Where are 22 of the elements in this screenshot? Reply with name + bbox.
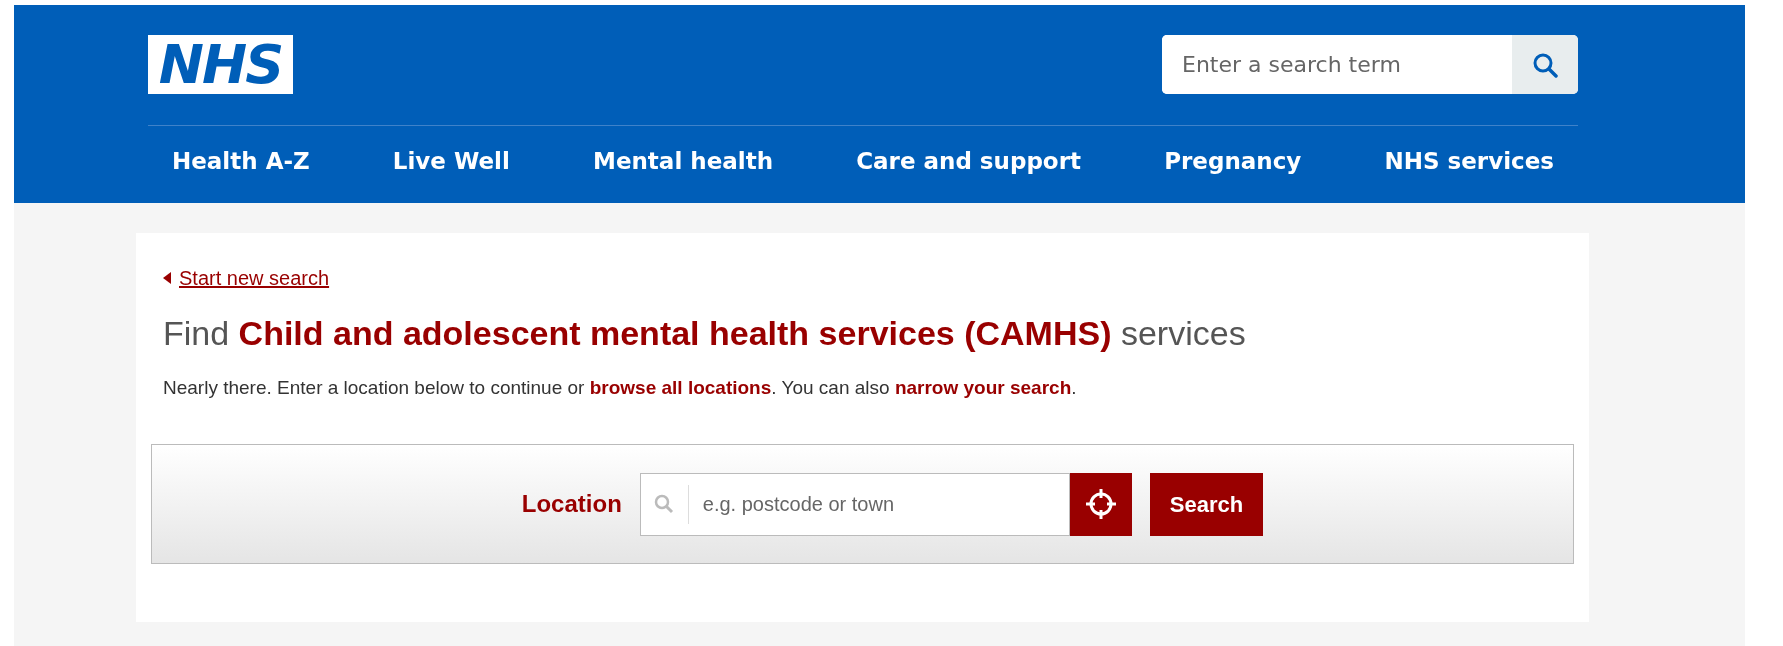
back-link[interactable]: Start new search [179,263,330,293]
page-heading: Find Child and adolescent mental health services (CAMHS) services [163,313,1247,354]
nav-link[interactable]: Mental health [593,144,773,179]
intro-text: Nearly there. Enter a location below to continue or browse all locations. You can also narrow your search. [163,375,1078,400]
search-icon [653,493,674,514]
location-label: Location [521,489,622,520]
nav-link[interactable]: NHS services [1384,144,1554,179]
nav-link[interactable]: Care and support [856,144,1081,179]
link[interactable]: narrow your search [894,376,1072,398]
caret-left-icon [163,272,171,284]
nav-link[interactable]: Pregnancy [1164,144,1302,179]
crosshair-icon [1084,488,1117,521]
nav-link[interactable]: Health A-Z [172,144,310,179]
search-button[interactable]: Search [1149,472,1264,536]
nhs-logo[interactable]: NHS [148,35,293,94]
search-field[interactable]: Enter a search term [1162,35,1578,94]
locate-button[interactable] [1069,472,1132,536]
location-field[interactable]: e.g. postcode or town [639,472,1070,536]
nav-link[interactable]: Live Well [392,144,510,179]
link[interactable]: browse all locations [589,376,772,398]
search-button[interactable] [1512,35,1578,94]
search-icon [1532,51,1558,78]
